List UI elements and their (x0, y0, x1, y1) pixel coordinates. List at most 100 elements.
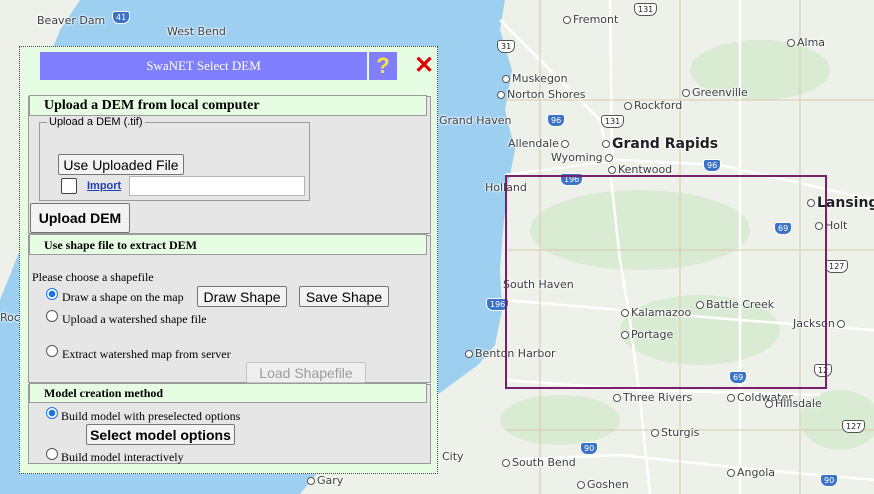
shapefile-section-header: Use shape file to extract DEM (29, 234, 427, 255)
save-shape-button[interactable]: Save Shape (299, 286, 389, 307)
city-dot-icon (608, 166, 616, 174)
map-label-place: Grand Haven (439, 114, 512, 127)
build-interactively-label: Build model interactively (61, 450, 184, 464)
map-label-place: Gary (307, 474, 343, 487)
city-dot-icon (613, 394, 621, 402)
city-dot-icon (563, 16, 571, 24)
map-label-place: Roc (0, 311, 20, 324)
extract-watershed-option-label: Extract watershed map from server (62, 347, 231, 361)
help-button[interactable]: ? (369, 52, 397, 80)
radio-build-interactively[interactable] (46, 448, 58, 460)
city-dot-icon (765, 400, 773, 408)
map-label-text: Muskegon (512, 72, 568, 85)
radio-draw-shape[interactable] (46, 288, 58, 300)
interstate-shield-icon: 41 (112, 11, 131, 24)
city-dot-icon (307, 477, 315, 485)
map-label-text: Alma (797, 36, 826, 49)
city-dot-icon (604, 154, 613, 162)
upload-dem-button[interactable]: Upload DEM (30, 203, 130, 233)
city-dot-icon (497, 91, 505, 99)
map-label-place: Sturgis (651, 426, 699, 439)
city-dot-icon (836, 320, 845, 328)
map-label-place: Alma (787, 36, 825, 49)
upload-fieldset-legend: Upload a DEM (.tif) (47, 116, 145, 128)
map-label-text: Angola (737, 466, 776, 479)
map-label-text: Three Rivers (623, 391, 693, 404)
map-label-text: City (442, 450, 464, 463)
radio-upload-watershed[interactable] (46, 310, 58, 322)
map-label-place: Hillsdale (765, 397, 822, 410)
map-label-text: Rockford (634, 99, 683, 112)
city-dot-icon (624, 102, 632, 110)
choose-shapefile-label: Please choose a shapefile (32, 270, 154, 284)
map-label-text: Fremont (573, 13, 619, 26)
map-label-text: Grand Haven (439, 114, 512, 127)
upload-watershed-option-label: Upload a watershed shape file (62, 312, 207, 326)
map-label-text: Greenville (692, 86, 748, 99)
radio-preselected-options[interactable] (46, 407, 58, 419)
map-label-text: Sturgis (661, 426, 700, 439)
us-highway-shield-icon: 131 (601, 115, 625, 128)
map-label-text: Roc (0, 311, 20, 324)
city-dot-icon (560, 140, 569, 148)
import-checkbox[interactable] (61, 178, 77, 194)
select-model-options-button[interactable]: Select model options (86, 424, 235, 445)
city-dot-icon (465, 350, 473, 358)
map-label-text: Grand Rapids (612, 136, 719, 152)
map-label-text: Goshen (587, 478, 629, 491)
map-label-text: Norton Shores (507, 88, 586, 101)
map-label-place: Grand Rapids (602, 136, 718, 152)
draw-shape-option-label: Draw a shape on the map (62, 290, 184, 304)
radio-extract-watershed[interactable] (46, 345, 58, 357)
close-icon: ✕ (413, 51, 435, 79)
map-label-place: Goshen (577, 478, 629, 491)
upload-section-header: Upload a DEM from local computer (29, 95, 427, 116)
use-uploaded-file-button[interactable]: Use Uploaded File (58, 154, 184, 175)
map-label-place: City (442, 450, 464, 463)
interstate-shield-icon: 96 (547, 114, 566, 127)
map-label-text: Hillsdale (775, 397, 822, 410)
map-label-text: Wyoming (551, 151, 603, 164)
city-dot-icon (602, 140, 610, 148)
map-label-place: Beaver Dam (37, 14, 106, 27)
city-dot-icon (727, 469, 735, 477)
map-label-place: Allendale (508, 137, 569, 150)
map-label-text: South Bend (512, 456, 576, 469)
map-label-text: Allendale (508, 137, 559, 150)
map-label-place: South Bend (502, 456, 576, 469)
map-label-place: West Bend (167, 25, 226, 38)
dialog-title[interactable]: SwaNET Select DEM (40, 52, 367, 80)
drawn-selection-rectangle[interactable] (505, 175, 827, 389)
map-label-place: Angola (727, 466, 775, 479)
us-highway-shield-icon: 31 (497, 40, 516, 53)
map-label-place: Greenville (682, 86, 748, 99)
interstate-shield-icon: 90 (820, 474, 839, 487)
map-label-place: Muskegon (502, 72, 568, 85)
map-label-place: Norton Shores (497, 88, 585, 101)
close-button[interactable]: ✕ (411, 50, 437, 80)
us-highway-shield-icon: 127 (842, 420, 866, 433)
map-label-text: Gary (317, 474, 344, 487)
city-dot-icon (682, 89, 690, 97)
load-shapefile-button[interactable]: Load Shapefile (246, 362, 366, 383)
map-label-place: Three Rivers (613, 391, 692, 404)
import-file-input[interactable] (129, 176, 305, 196)
preselected-options-label: Build model with preselected options (61, 409, 241, 423)
interstate-shield-icon: 96 (703, 159, 722, 172)
city-dot-icon (651, 429, 659, 437)
us-highway-shield-icon: 127 (825, 260, 849, 273)
model-section-header: Model creation method (29, 383, 427, 403)
city-dot-icon (502, 75, 510, 83)
map-label-place: Fremont (563, 13, 618, 26)
map-label-place: Wyoming (551, 151, 613, 164)
city-dot-icon (727, 394, 735, 402)
map-label-text: Holt (825, 219, 848, 232)
map-label-place: Rockford (624, 99, 682, 112)
us-highway-shield-icon: 131 (634, 3, 658, 16)
draw-shape-button[interactable]: Draw Shape (197, 286, 287, 307)
select-dem-dialog: SwaNET Select DEM ? ✕ Upload a DEM from … (19, 46, 438, 474)
import-link[interactable]: Import (87, 180, 121, 192)
city-dot-icon (577, 481, 585, 489)
city-dot-icon (787, 39, 795, 47)
city-dot-icon (502, 459, 510, 467)
